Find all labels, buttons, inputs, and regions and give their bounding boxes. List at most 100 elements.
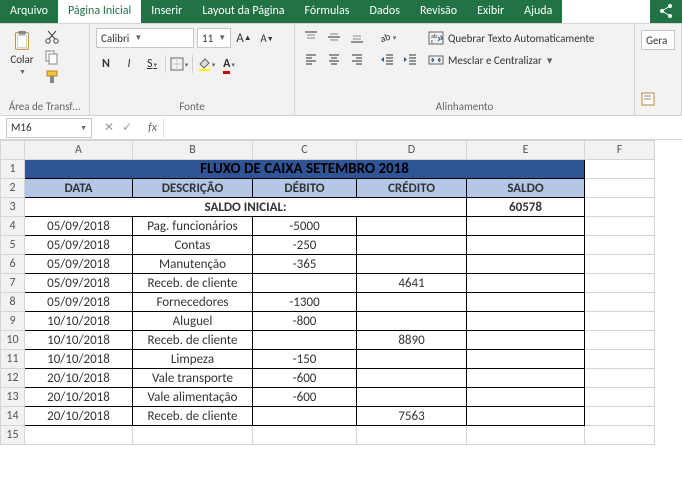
- cell[interactable]: -800: [253, 312, 357, 331]
- underline-button[interactable]: S▾: [142, 54, 162, 74]
- cell[interactable]: 4641: [357, 274, 467, 293]
- decrease-font-button[interactable]: A▼: [257, 28, 277, 48]
- orientation-button[interactable]: ab▾: [377, 28, 397, 46]
- row-header[interactable]: 9: [1, 312, 25, 331]
- cell[interactable]: [467, 274, 585, 293]
- wrap-text-button[interactable]: abc Quebrar Texto Automaticamente: [428, 30, 594, 46]
- cell[interactable]: [585, 236, 655, 255]
- align-right-button[interactable]: [347, 50, 367, 68]
- format-painter-button[interactable]: [42, 68, 62, 86]
- col-header[interactable]: F: [585, 141, 655, 160]
- cell[interactable]: [467, 369, 585, 388]
- borders-button[interactable]: ▾: [169, 54, 189, 74]
- cell[interactable]: [467, 255, 585, 274]
- cell[interactable]: [133, 426, 253, 445]
- cell[interactable]: -250: [253, 236, 357, 255]
- cell[interactable]: 20/10/2018: [25, 407, 133, 426]
- tab-view[interactable]: Exibir: [467, 0, 514, 23]
- merge-center-button[interactable]: Mesclar e Centralizar ▾: [428, 52, 594, 68]
- cell[interactable]: [253, 426, 357, 445]
- cell[interactable]: Pag. funcionários: [133, 217, 253, 236]
- cell[interactable]: -1300: [253, 293, 357, 312]
- cell[interactable]: [585, 369, 655, 388]
- cell[interactable]: [467, 236, 585, 255]
- cell[interactable]: CRÉDITO: [357, 179, 467, 198]
- col-header[interactable]: D: [357, 141, 467, 160]
- cell[interactable]: 10/10/2018: [25, 312, 133, 331]
- cell[interactable]: Receb. de cliente: [133, 274, 253, 293]
- cell[interactable]: [357, 236, 467, 255]
- row-header[interactable]: 13: [1, 388, 25, 407]
- cell[interactable]: DESCRIÇÃO: [133, 179, 253, 198]
- cell[interactable]: 7563: [357, 407, 467, 426]
- align-top-button[interactable]: [301, 28, 321, 46]
- share-button[interactable]: [650, 0, 682, 23]
- cell[interactable]: [253, 407, 357, 426]
- cell[interactable]: -150: [253, 350, 357, 369]
- cell[interactable]: [253, 331, 357, 350]
- cell[interactable]: [585, 255, 655, 274]
- cell[interactable]: Fornecedores: [133, 293, 253, 312]
- cell[interactable]: Aluguel: [133, 312, 253, 331]
- col-header[interactable]: E: [467, 141, 585, 160]
- increase-font-button[interactable]: A▲: [234, 28, 254, 48]
- row-header[interactable]: 7: [1, 274, 25, 293]
- cell[interactable]: 05/09/2018: [25, 217, 133, 236]
- cell[interactable]: [585, 331, 655, 350]
- increase-indent-button[interactable]: [400, 50, 420, 68]
- row-header[interactable]: 14: [1, 407, 25, 426]
- cell[interactable]: [585, 198, 655, 217]
- cell[interactable]: 8890: [357, 331, 467, 350]
- align-middle-button[interactable]: [324, 28, 344, 46]
- cell[interactable]: [467, 293, 585, 312]
- cell[interactable]: [253, 274, 357, 293]
- cell[interactable]: -365: [253, 255, 357, 274]
- cell[interactable]: 20/10/2018: [25, 388, 133, 407]
- decrease-indent-button[interactable]: [377, 50, 397, 68]
- cell[interactable]: [357, 350, 467, 369]
- cell[interactable]: [25, 426, 133, 445]
- align-left-button[interactable]: [301, 50, 321, 68]
- row-header[interactable]: 15: [1, 426, 25, 445]
- name-box[interactable]: M16 ▼: [6, 118, 92, 138]
- paste-button[interactable]: Colar ▼: [6, 28, 38, 86]
- cell[interactable]: 60578: [467, 198, 585, 217]
- cell[interactable]: Contas: [133, 236, 253, 255]
- cell[interactable]: [467, 388, 585, 407]
- cell[interactable]: [467, 217, 585, 236]
- cell[interactable]: Limpeza: [133, 350, 253, 369]
- col-header[interactable]: B: [133, 141, 253, 160]
- align-center-button[interactable]: [324, 50, 344, 68]
- cell[interactable]: -600: [253, 388, 357, 407]
- cell[interactable]: 20/10/2018: [25, 369, 133, 388]
- sheet-title[interactable]: FLUXO DE CAIXA SETEMBRO 2018: [25, 160, 585, 179]
- row-header[interactable]: 2: [1, 179, 25, 198]
- tab-file[interactable]: Arquivo: [0, 0, 58, 23]
- cell[interactable]: [585, 426, 655, 445]
- cell[interactable]: DATA: [25, 179, 133, 198]
- font-color-button[interactable]: A▾: [219, 54, 239, 74]
- row-header[interactable]: 4: [1, 217, 25, 236]
- cell[interactable]: 05/09/2018: [25, 274, 133, 293]
- cell[interactable]: 10/10/2018: [25, 350, 133, 369]
- cell[interactable]: Receb. de cliente: [133, 331, 253, 350]
- cell[interactable]: -5000: [253, 217, 357, 236]
- cell[interactable]: 10/10/2018: [25, 331, 133, 350]
- cell[interactable]: [585, 217, 655, 236]
- cell[interactable]: SALDO: [467, 179, 585, 198]
- cell[interactable]: 05/09/2018: [25, 293, 133, 312]
- cell[interactable]: [357, 293, 467, 312]
- cell[interactable]: DÉBITO: [253, 179, 357, 198]
- cell[interactable]: Receb. de cliente: [133, 407, 253, 426]
- row-header[interactable]: 5: [1, 236, 25, 255]
- cancel-formula-icon[interactable]: ✕: [104, 120, 114, 135]
- cell[interactable]: [585, 179, 655, 198]
- row-header[interactable]: 12: [1, 369, 25, 388]
- number-format-combo[interactable]: Gera: [641, 30, 675, 50]
- select-all-corner[interactable]: [1, 141, 25, 160]
- cell[interactable]: [585, 293, 655, 312]
- cell[interactable]: -600: [253, 369, 357, 388]
- accept-formula-icon[interactable]: ✓: [122, 120, 132, 135]
- fill-color-button[interactable]: ▾: [196, 54, 216, 74]
- cell[interactable]: [357, 426, 467, 445]
